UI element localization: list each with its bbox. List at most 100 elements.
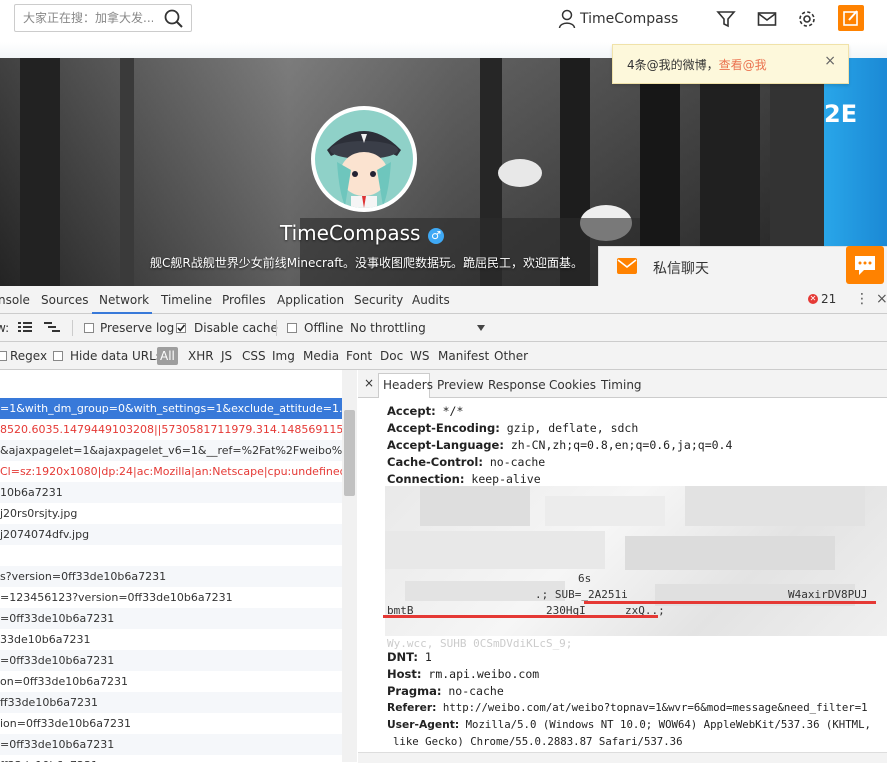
dropdown-arrow-icon[interactable]	[476, 324, 486, 332]
table-row[interactable]: s?version=0ff33de10b6a7231	[0, 566, 342, 587]
table-row[interactable]	[0, 545, 342, 566]
table-row[interactable]: &ajaxpagelet=1&ajaxpagelet_v6=1&__ref=%2…	[0, 440, 342, 461]
waterfall-view-icon[interactable]	[44, 321, 60, 333]
filter-xhr[interactable]: XHR	[188, 349, 214, 363]
tab-network[interactable]: Network	[99, 293, 149, 307]
view-mentions-link[interactable]: 查看@我	[719, 58, 767, 72]
tab-security[interactable]: Security	[354, 293, 403, 307]
filter-all[interactable]: All	[157, 347, 178, 365]
filter-doc[interactable]: Doc	[380, 349, 403, 363]
tab-cookies[interactable]: Cookies	[549, 378, 596, 392]
offline-checkbox[interactable]	[287, 323, 297, 333]
table-row[interactable]: 8520.6035.1479449103208||5730581711979.3…	[0, 419, 342, 440]
tab-profiles[interactable]: Profiles	[222, 293, 266, 307]
tab-headers[interactable]: Headers	[383, 378, 433, 392]
filter-ws[interactable]: WS	[410, 349, 429, 363]
filter-manifest[interactable]: Manifest	[438, 349, 489, 363]
header-key: Host:	[387, 667, 422, 681]
network-filter-bar: Regex Hide data URLs XHR JS CSS Img Medi…	[0, 342, 887, 370]
tab-console[interactable]: nsole	[0, 293, 30, 307]
profile-bio: 舰C舰R战舰世界少女前线Minecraft。没事收图爬数据玩。跪屈民工，欢迎面基…	[150, 256, 583, 270]
table-row[interactable]: =0ff33de10b6a7231	[0, 650, 342, 671]
table-row[interactable]: on=0ff33de10b6a7231	[0, 671, 342, 692]
devtools-tab-bar: nsole Sources Network Timeline Profiles …	[0, 286, 887, 314]
network-toolbar: w: Preserve log Disable cache Offline No…	[0, 314, 887, 342]
table-row[interactable]: ff33de10b6a7231	[0, 692, 342, 713]
highlight-underline	[383, 615, 658, 618]
header-value: zh-CN,zh;q=0.8,en;q=0.6,ja;q=0.4	[503, 438, 733, 452]
error-counter[interactable]: ✕ 21	[808, 292, 836, 306]
private-chat-bar[interactable]: 私信聊天	[598, 246, 887, 286]
table-row[interactable]: =123456123?version=0ff33de10b6a7231	[0, 587, 342, 608]
filter-other[interactable]: Other	[494, 349, 528, 363]
error-count: 21	[821, 292, 837, 306]
tab-timeline[interactable]: Timeline	[161, 293, 212, 307]
header-value: no-cache	[482, 455, 546, 469]
header-key: User-Agent:	[387, 718, 460, 731]
list-view-icon[interactable]	[18, 321, 32, 333]
header-key: Accept-Language:	[387, 438, 504, 452]
table-row[interactable]: j20rs0rsjty.jpg	[0, 503, 342, 524]
header-key: Referer:	[387, 701, 437, 714]
devtools-close-icon[interactable]: ×	[876, 291, 887, 307]
throttling-select[interactable]: No throttling	[350, 321, 426, 335]
username-label: TimeCompass	[580, 11, 679, 27]
envelope-icon	[617, 258, 637, 274]
view-label: w:	[0, 321, 10, 335]
search-box[interactable]	[14, 4, 192, 32]
table-row[interactable]: =0ff33de10b6a7231	[0, 734, 342, 755]
cookie-fragment: .; SUB=_2A251i	[535, 588, 628, 601]
hide-data-urls-label: Hide data URLs	[70, 349, 163, 363]
compose-button[interactable]	[838, 5, 864, 31]
cookie-fragment: W4axirDV8PUJ	[788, 588, 868, 601]
table-row[interactable]: ion=0ff33de10b6a7231	[0, 713, 342, 734]
filter-media[interactable]: Media	[303, 349, 339, 363]
mail-icon[interactable]	[756, 8, 778, 30]
table-row[interactable]: =0ff33de10b6a7231	[0, 608, 342, 629]
tab-application[interactable]: Application	[277, 293, 344, 307]
scrollbar-thumb[interactable]	[344, 410, 355, 496]
chat-open-button[interactable]	[846, 246, 884, 284]
filter-css[interactable]: CSS	[242, 349, 266, 363]
detail-close-icon[interactable]: ×	[364, 376, 374, 390]
banner-side-text: 2E	[824, 100, 858, 128]
header-value: keep-alive	[464, 472, 541, 486]
header-cache-control: Cache-Control: no-cache	[387, 455, 545, 469]
preserve-log-checkbox[interactable]	[84, 323, 94, 333]
search-icon[interactable]	[163, 8, 185, 30]
male-gender-icon: ♂	[428, 228, 444, 244]
user-profile-link[interactable]: TimeCompass	[558, 8, 678, 30]
tab-timing[interactable]: Timing	[601, 378, 642, 392]
more-options-icon[interactable]: ⋮	[855, 291, 869, 307]
cookie-fragment: 6s	[578, 572, 592, 585]
tab-preview[interactable]: Preview	[437, 378, 484, 392]
header-pragma: Pragma: no-cache	[387, 684, 504, 698]
table-row[interactable]: Cl=sz:1920x1080|dp:24|ac:Mozilla|an:Nets…	[0, 461, 342, 482]
error-icon: ✕	[808, 294, 818, 304]
filter-js[interactable]: JS	[221, 349, 232, 363]
offline-label: Offline	[304, 321, 344, 335]
gear-icon[interactable]	[796, 8, 818, 30]
close-icon[interactable]: ×	[824, 53, 836, 69]
header-key: DNT:	[387, 650, 418, 664]
filter-icon[interactable]	[715, 8, 737, 30]
disable-cache-label: Disable cache	[194, 321, 278, 335]
regex-checkbox[interactable]	[0, 351, 7, 361]
table-row[interactable]: ff33de10b6a7231	[0, 755, 342, 762]
preserve-log-label: Preserve log	[100, 321, 175, 335]
search-input[interactable]	[23, 5, 153, 31]
tab-response[interactable]: Response	[488, 378, 546, 392]
filter-img[interactable]: Img	[272, 349, 295, 363]
profile-name[interactable]: TimeCompass	[280, 221, 420, 245]
tab-audits[interactable]: Audits	[412, 293, 450, 307]
hide-data-urls-checkbox[interactable]	[53, 351, 63, 361]
tab-sources[interactable]: Sources	[41, 293, 88, 307]
table-row[interactable]: 33de10b6a7231	[0, 629, 342, 650]
disable-cache-checkbox[interactable]	[176, 323, 186, 333]
filter-font[interactable]: Font	[346, 349, 372, 363]
avatar[interactable]	[311, 106, 417, 212]
table-row[interactable]: =1&with_dm_group=0&with_settings=1&exclu…	[0, 398, 342, 419]
table-row[interactable]: j2074074dfv.jpg	[0, 524, 342, 545]
user-agent-continued: like Gecko) Chrome/55.0.2883.87 Safari/5…	[393, 735, 683, 748]
table-row[interactable]: 10b6a7231	[0, 482, 342, 503]
